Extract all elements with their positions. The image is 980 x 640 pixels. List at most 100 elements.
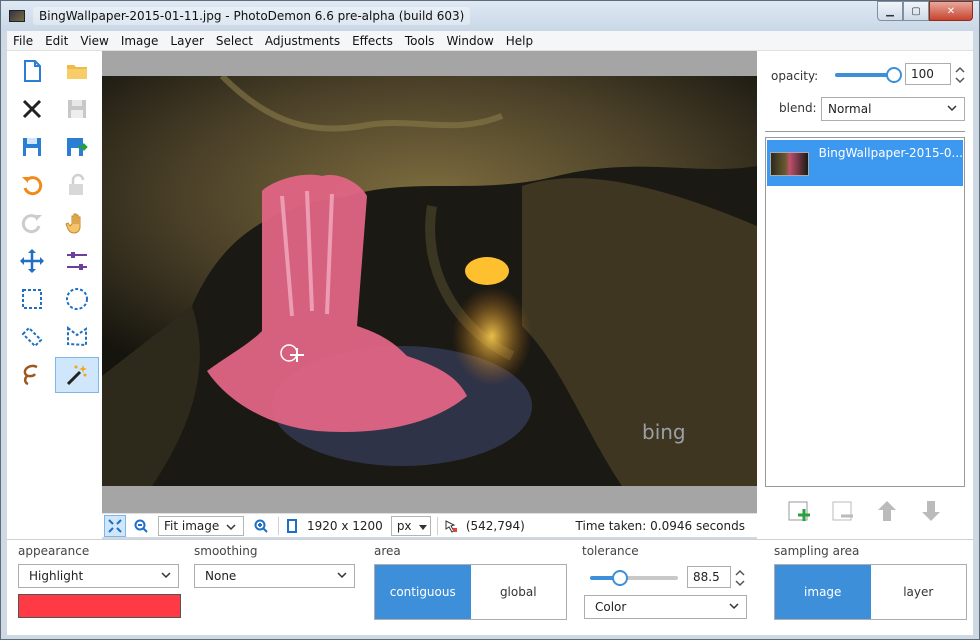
blend-mode-value: Normal: [828, 102, 872, 116]
opacity-slider-thumb[interactable]: [886, 67, 902, 83]
zoom-in-icon: [254, 519, 268, 533]
menu-tools[interactable]: Tools: [399, 34, 441, 48]
menu-view[interactable]: View: [74, 34, 114, 48]
move-tool-button[interactable]: [10, 243, 54, 279]
lasso-icon: [23, 364, 38, 386]
zoom-out-icon: [134, 519, 148, 533]
compare-mode-value: Color: [595, 600, 627, 614]
close-image-button[interactable]: [10, 91, 54, 127]
layer-thumbnail: [770, 152, 809, 176]
arrow-up-icon: [878, 501, 896, 521]
open-image-button[interactable]: [55, 53, 99, 89]
layer-list[interactable]: BingWallpaper-2015-0...: [765, 137, 965, 487]
add-layer-button[interactable]: [787, 499, 813, 526]
sampling-layer-button[interactable]: layer: [870, 565, 966, 619]
folder-icon: [67, 65, 87, 79]
sampling-area-label: sampling area: [774, 544, 860, 558]
zoom-select[interactable]: Fit image: [158, 515, 244, 536]
tolerance-spinner-icon[interactable]: [733, 566, 747, 590]
smoothing-value: None: [205, 569, 237, 583]
menu-window[interactable]: Window: [440, 34, 499, 48]
magic-wand-icon: [66, 365, 87, 386]
undo-button[interactable]: [10, 167, 54, 203]
smoothing-select[interactable]: None: [194, 564, 355, 588]
undo-history-button[interactable]: [55, 167, 99, 203]
close-window-button[interactable]: ✕: [929, 1, 973, 21]
polygon-select-icon: [67, 325, 87, 347]
zoom-value: Fit image: [164, 518, 220, 533]
blend-mode-select[interactable]: Normal: [821, 97, 965, 121]
hand-tool-button[interactable]: [55, 205, 99, 241]
menu-edit[interactable]: Edit: [39, 34, 74, 48]
tolerance-slider-thumb[interactable]: [612, 570, 628, 586]
chevron-down-icon: [161, 572, 171, 579]
sliders-icon: [67, 252, 87, 270]
title-bar[interactable]: BingWallpaper-2015-01-11.jpg - PhotoDemo…: [1, 1, 979, 31]
area-global-button[interactable]: global: [470, 565, 566, 619]
image-canvas[interactable]: bing: [102, 76, 757, 486]
zoom-out-button[interactable]: [130, 515, 152, 537]
area-toggle: contiguous global: [374, 564, 567, 620]
chevron-down-icon: [226, 523, 236, 530]
new-image-button[interactable]: [10, 53, 54, 89]
time-taken: Time taken: 0.0946 seconds: [575, 518, 745, 533]
sampling-image-button[interactable]: image: [775, 565, 871, 619]
appearance-label: appearance: [18, 544, 90, 558]
app-window: BingWallpaper-2015-01-11.jpg - PhotoDemo…: [0, 0, 980, 640]
layer-item[interactable]: BingWallpaper-2015-0...: [767, 140, 963, 186]
adjust-tool-button[interactable]: [55, 243, 99, 279]
window-title: BingWallpaper-2015-01-11.jpg - PhotoDemo…: [33, 7, 471, 25]
menu-image[interactable]: Image: [115, 34, 165, 48]
save-as-icon: [23, 138, 41, 156]
fit-to-window-button[interactable]: [104, 514, 126, 537]
minimize-button[interactable]: ▁: [877, 1, 903, 21]
line-select-button[interactable]: [10, 319, 54, 355]
menu-layer[interactable]: Layer: [164, 34, 209, 48]
divider: [765, 131, 965, 132]
magic-wand-button[interactable]: [55, 357, 99, 393]
appearance-value: Highlight: [29, 569, 84, 583]
redo-button[interactable]: [10, 205, 54, 241]
move-layer-down-button[interactable]: [919, 499, 943, 526]
tolerance-label: tolerance: [582, 544, 639, 558]
menu-select[interactable]: Select: [210, 34, 259, 48]
unit-value: px: [396, 518, 412, 533]
opacity-input[interactable]: 100: [905, 63, 951, 85]
opacity-spinner-icon[interactable]: [953, 63, 967, 87]
save-as-button[interactable]: [10, 129, 54, 165]
separator: [278, 516, 279, 535]
menu-help[interactable]: Help: [500, 34, 539, 48]
move-layer-up-button[interactable]: [875, 499, 899, 526]
menu-file[interactable]: File: [7, 34, 39, 48]
delete-layer-button[interactable]: [831, 499, 857, 526]
appearance-select[interactable]: Highlight: [18, 564, 179, 588]
polygon-select-button[interactable]: [55, 319, 99, 355]
separator: [436, 516, 438, 535]
highlight-color-swatch[interactable]: [18, 594, 181, 618]
menu-adjustments[interactable]: Adjustments: [259, 34, 346, 48]
toolbox: [7, 51, 102, 539]
compare-mode-select[interactable]: Color: [584, 595, 747, 619]
save-button[interactable]: [55, 91, 99, 127]
menu-effects[interactable]: Effects: [346, 34, 399, 48]
rect-select-button[interactable]: [10, 281, 54, 317]
lock-icon: [69, 173, 85, 195]
lasso-select-button[interactable]: [10, 357, 54, 393]
cursor-position-icon: [445, 519, 457, 533]
tolerance-input[interactable]: 88.5: [687, 566, 731, 588]
export-button[interactable]: [55, 129, 99, 165]
line-select-icon: [21, 326, 43, 348]
caret-down-icon: [418, 524, 427, 530]
cursor-position: (542,794): [465, 518, 525, 533]
bing-watermark: bing: [642, 420, 686, 444]
zoom-in-button[interactable]: [250, 515, 272, 537]
add-layer-icon: [788, 501, 810, 521]
unit-select[interactable]: px: [390, 515, 431, 536]
maximize-button[interactable]: ▢: [903, 1, 929, 21]
ellipse-select-icon: [66, 288, 88, 310]
smoothing-label: smoothing: [194, 544, 258, 558]
canvas-area[interactable]: bing: [102, 51, 757, 513]
ellipse-select-button[interactable]: [55, 281, 99, 317]
area-contiguous-button[interactable]: contiguous: [375, 565, 471, 619]
opacity-label: opacity:: [771, 69, 819, 83]
